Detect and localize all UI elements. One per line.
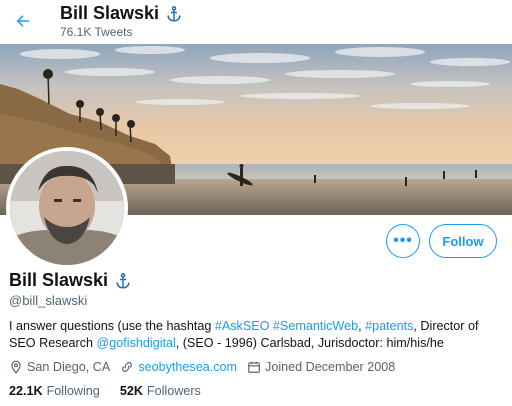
location-item: San Diego, CA	[9, 360, 110, 374]
link-icon	[122, 362, 133, 372]
profile-bio: I answer questions (use the hashtag #Ask…	[9, 318, 505, 352]
more-options-button[interactable]: •••	[386, 224, 420, 258]
location-text: San Diego, CA	[27, 360, 111, 374]
mention-link[interactable]: @gofishdigital	[97, 336, 176, 350]
header-title: Bill Slawski	[60, 3, 183, 24]
tweet-count: 76.1K Tweets	[60, 25, 133, 39]
profile-avatar[interactable]	[6, 147, 128, 269]
hashtag-link[interactable]: #patents	[365, 319, 413, 333]
hashtag-link[interactable]: #SemanticWeb	[273, 319, 358, 333]
back-arrow-icon	[16, 15, 29, 27]
header-name: Bill Slawski	[60, 3, 160, 23]
joined-text: Joined December 2008	[265, 360, 396, 374]
profile-meta: San Diego, CA seobythesea.com Joined Dec…	[9, 359, 405, 375]
bio-text: , (SEO - 1996) Carlsbad, Jurisdoctor: hi…	[175, 336, 444, 350]
profile-name: Bill Slawski	[9, 270, 132, 291]
follow-stats: 22.1K Following 52K Followers	[9, 384, 221, 398]
followers-link[interactable]: 52K Followers	[120, 384, 201, 398]
followers-label: Followers	[146, 384, 201, 398]
website-item: seobythesea.com	[120, 360, 237, 374]
hashtag-link[interactable]: #AskSEO	[215, 319, 270, 333]
anchor-icon	[167, 5, 181, 22]
profile-name-text: Bill Slawski	[9, 270, 109, 290]
bio-text: I answer questions (use the hashtag	[9, 319, 215, 333]
calendar-icon	[248, 361, 260, 373]
anchor-icon	[116, 272, 130, 289]
location-pin-icon	[11, 360, 21, 374]
following-link[interactable]: 22.1K Following	[9, 384, 100, 398]
following-count: 22.1K	[9, 384, 43, 398]
profile-handle: @bill_slawski	[9, 293, 88, 308]
website-link[interactable]: seobythesea.com	[138, 360, 237, 374]
top-bar: Bill Slawski 76.1K Tweets	[0, 0, 512, 44]
back-button[interactable]	[10, 8, 36, 34]
more-options-icon: •••	[393, 232, 413, 249]
joined-item: Joined December 2008	[247, 360, 395, 374]
following-label: Following	[46, 384, 100, 398]
followers-count: 52K	[119, 384, 143, 398]
follow-button[interactable]: Follow	[429, 224, 497, 258]
